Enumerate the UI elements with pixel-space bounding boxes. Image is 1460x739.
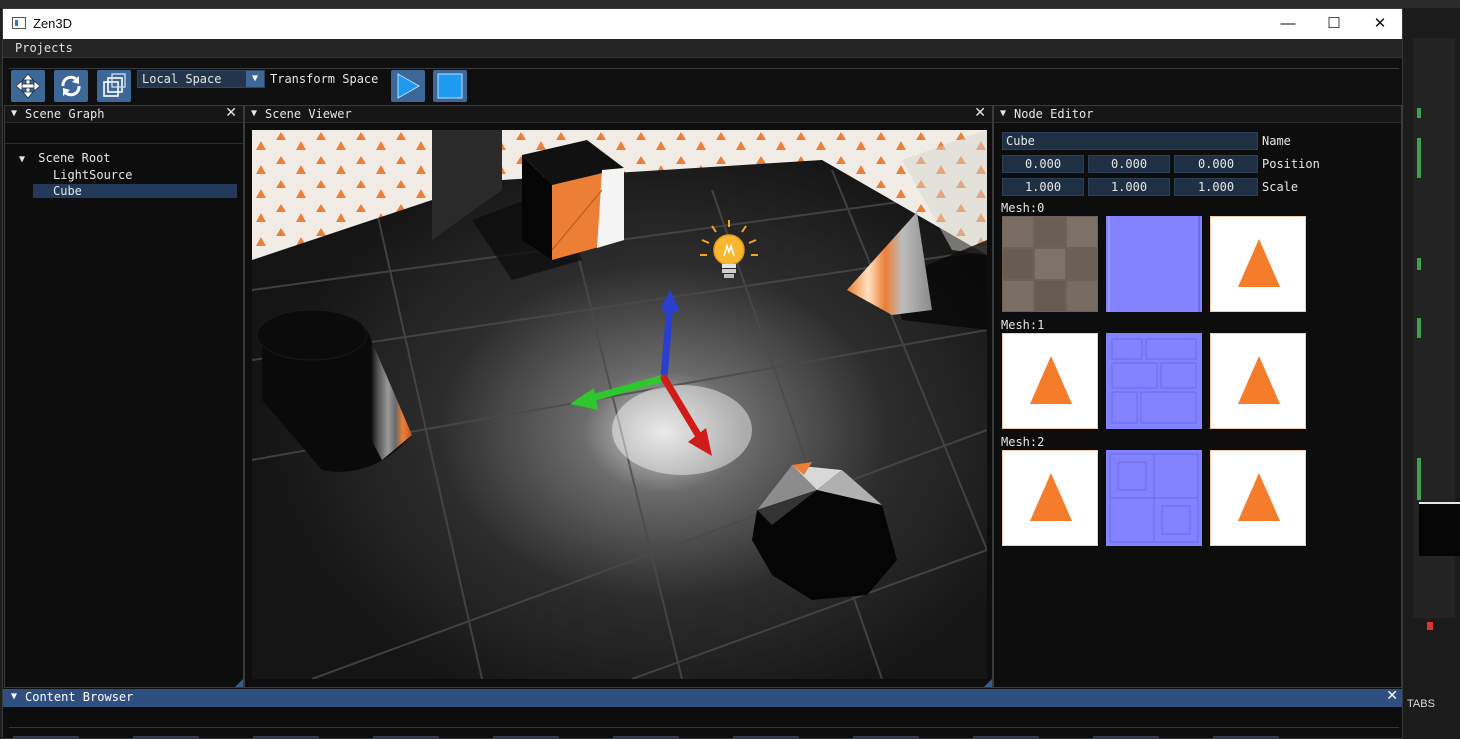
scale-label: Scale bbox=[1262, 180, 1299, 194]
stop-icon bbox=[437, 73, 463, 99]
panel-title: Content Browser bbox=[25, 690, 134, 704]
node-editor-header: ▼ Node Editor bbox=[994, 106, 1401, 123]
mesh-0-triangle-texture[interactable] bbox=[1210, 216, 1306, 312]
title-bar: Zen3D — ☐ ✕ bbox=[3, 9, 1402, 39]
mesh-2-normal-texture[interactable] bbox=[1106, 450, 1202, 546]
background-tabs-label: TABS bbox=[1407, 698, 1435, 710]
scene-graph-header: ▼ Scene Graph ✕ bbox=[5, 105, 243, 123]
chevron-down-icon: ▼ bbox=[246, 71, 264, 87]
menu-bar: Projects bbox=[3, 39, 1402, 58]
minimap-marker bbox=[1417, 108, 1421, 118]
background-preview-block bbox=[1419, 502, 1460, 556]
window-title: Zen3D bbox=[33, 16, 73, 31]
background-editor-window: TABS bbox=[1403, 8, 1460, 739]
mesh-2-label: Mesh:2 bbox=[1001, 435, 1045, 449]
tree-item-scene-root[interactable]: ▼ Scene Root bbox=[19, 151, 111, 165]
menu-projects[interactable]: Projects bbox=[15, 41, 73, 55]
minimap-marker bbox=[1417, 258, 1421, 270]
content-browser-panel: ▼ Content Browser ✕ bbox=[3, 688, 1402, 738]
tree-item-label: LightSource bbox=[53, 168, 133, 182]
minimap-marker bbox=[1417, 458, 1421, 500]
minimap-marker bbox=[1417, 318, 1421, 338]
scene-viewer-header: ▼ Scene Viewer ✕ bbox=[245, 105, 992, 123]
mesh-0-albedo-texture[interactable] bbox=[1002, 216, 1098, 312]
close-icon[interactable]: ✕ bbox=[225, 105, 237, 121]
resize-grip[interactable] bbox=[984, 679, 992, 687]
content-browser-header: ▼ Content Browser ✕ bbox=[3, 688, 1402, 707]
maximize-icon: ☐ bbox=[1327, 15, 1341, 32]
name-field[interactable]: Cube bbox=[1002, 132, 1258, 150]
collapse-icon[interactable]: ▼ bbox=[11, 108, 17, 119]
close-icon: ✕ bbox=[1373, 15, 1387, 32]
name-label: Name bbox=[1262, 134, 1291, 148]
toolbar: Local Space ▼ Transform Space bbox=[3, 59, 1402, 105]
transform-space-select[interactable]: Local Space ▼ bbox=[137, 70, 265, 88]
panel-divider bbox=[5, 143, 243, 144]
play-icon bbox=[397, 73, 421, 99]
minimap-error-marker bbox=[1427, 622, 1433, 630]
tree-item-lightsource[interactable]: LightSource bbox=[53, 168, 132, 182]
position-label: Position bbox=[1262, 157, 1320, 171]
close-icon[interactable]: ✕ bbox=[974, 105, 986, 121]
scale-tool-icon bbox=[103, 73, 126, 97]
move-tool-icon bbox=[15, 73, 41, 99]
background-window-tabs bbox=[0, 0, 1460, 8]
scene-render bbox=[252, 130, 987, 679]
mesh-1-triangle-texture-2[interactable] bbox=[1210, 333, 1306, 429]
toolbar-divider bbox=[9, 68, 1399, 69]
collapse-icon[interactable]: ▼ bbox=[251, 108, 257, 119]
minimize-button[interactable]: — bbox=[1273, 13, 1303, 35]
rotate-tool-icon bbox=[61, 75, 81, 97]
node-editor-panel: ▼ Node Editor Cube Name 0.000 0.000 0.00… bbox=[993, 105, 1402, 688]
scale-z-field[interactable]: 1.000 bbox=[1174, 178, 1258, 196]
tree-item-label: Cube bbox=[53, 184, 82, 198]
panel-title: Node Editor bbox=[1014, 107, 1094, 121]
collapse-icon[interactable]: ▼ bbox=[11, 691, 17, 702]
transform-space-value: Local Space bbox=[142, 72, 222, 86]
panel-title: Scene Graph bbox=[25, 107, 105, 121]
position-y-field[interactable]: 0.000 bbox=[1088, 155, 1170, 173]
scene-viewer-panel: ▼ Scene Viewer ✕ bbox=[244, 105, 993, 688]
tree-item-cube[interactable]: Cube bbox=[33, 184, 237, 198]
mesh-2-triangle-texture[interactable] bbox=[1002, 450, 1098, 546]
mesh-2-triangle-texture-2[interactable] bbox=[1210, 450, 1306, 546]
mesh-1-label: Mesh:1 bbox=[1001, 318, 1045, 332]
light-bulb-icon[interactable] bbox=[694, 218, 764, 288]
mesh-0-normal-texture[interactable] bbox=[1106, 216, 1202, 312]
app-icon bbox=[12, 17, 26, 29]
resize-grip[interactable] bbox=[235, 679, 243, 687]
mesh-1-normal-texture[interactable] bbox=[1106, 333, 1202, 429]
scene-graph-panel: ▼ Scene Graph ✕ ▼ Scene Root LightSource… bbox=[4, 105, 244, 688]
close-window-button[interactable]: ✕ bbox=[1365, 13, 1395, 35]
rotate-tool-button[interactable] bbox=[54, 70, 88, 102]
position-x-field[interactable]: 0.000 bbox=[1002, 155, 1084, 173]
tree-item-label: Scene Root bbox=[38, 151, 111, 165]
scale-x-field[interactable]: 1.000 bbox=[1002, 178, 1084, 196]
maximize-button[interactable]: ☐ bbox=[1319, 13, 1349, 35]
mesh-0-label: Mesh:0 bbox=[1001, 201, 1045, 215]
collapse-icon[interactable]: ▼ bbox=[1000, 108, 1006, 119]
tree-expand-icon[interactable]: ▼ bbox=[19, 154, 25, 165]
scale-y-field[interactable]: 1.000 bbox=[1088, 178, 1170, 196]
scale-tool-button[interactable] bbox=[97, 70, 131, 102]
zen3d-window: Zen3D — ☐ ✕ Projects Local Space ▼ Trans… bbox=[2, 8, 1403, 739]
transform-space-label: Transform Space bbox=[270, 72, 379, 86]
stop-button[interactable] bbox=[433, 70, 467, 102]
minimap-marker bbox=[1417, 138, 1421, 178]
3d-viewport[interactable] bbox=[252, 130, 987, 679]
play-button[interactable] bbox=[391, 70, 425, 102]
panel-title: Scene Viewer bbox=[265, 107, 352, 121]
move-tool-button[interactable] bbox=[11, 70, 45, 102]
mesh-1-triangle-texture[interactable] bbox=[1002, 333, 1098, 429]
position-z-field[interactable]: 0.000 bbox=[1174, 155, 1258, 173]
close-icon[interactable]: ✕ bbox=[1386, 688, 1398, 704]
content-browser-divider bbox=[9, 727, 1399, 728]
minimize-icon: — bbox=[1280, 15, 1296, 32]
